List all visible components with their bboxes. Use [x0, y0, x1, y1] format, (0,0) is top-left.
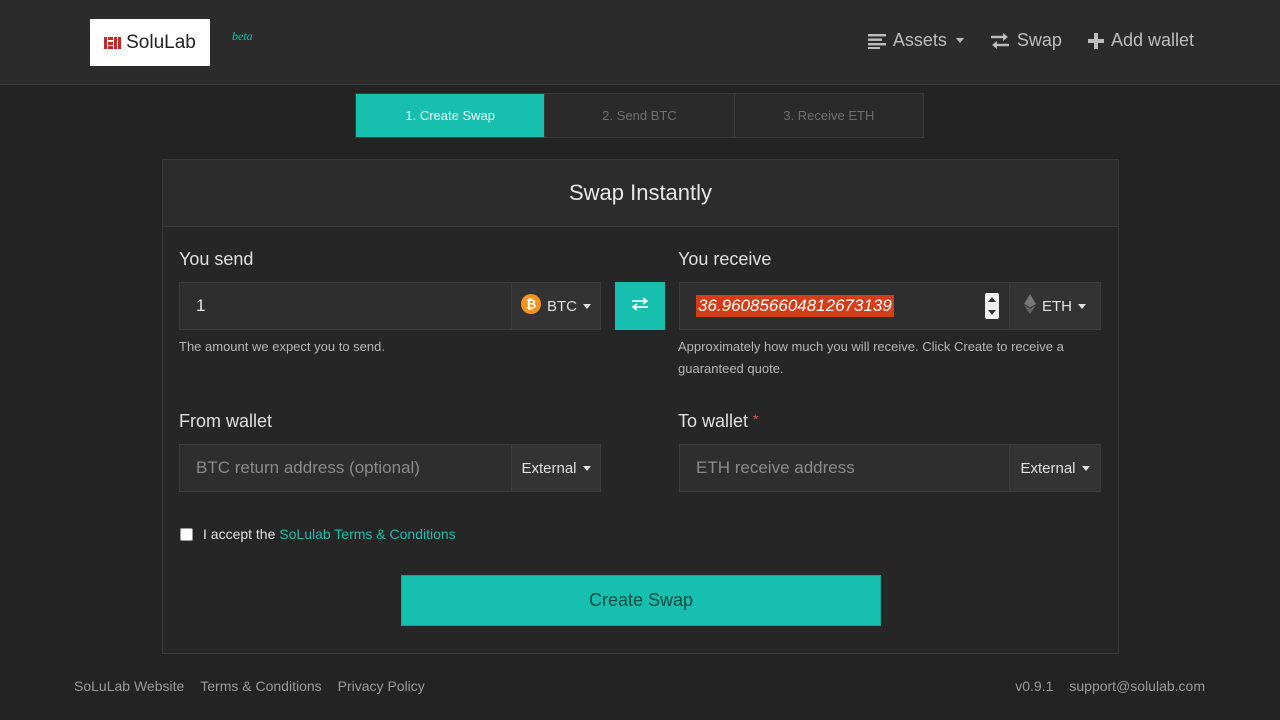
svg-text:₿: ₿	[526, 298, 537, 313]
receive-currency-label: ETH	[1042, 297, 1072, 315]
to-wallet-label: To wallet *	[678, 411, 759, 432]
send-help-text: The amount we expect you to send.	[179, 339, 385, 354]
eth-receive-address-input[interactable]: ETH receive address	[679, 444, 1009, 492]
swap-card: Swap Instantly You send 1 ₿ BTC The amou…	[162, 159, 1119, 654]
number-spinner[interactable]	[985, 293, 999, 319]
footer-privacy-link[interactable]: Privacy Policy	[338, 678, 425, 694]
send-input-group: 1 ₿ BTC	[179, 282, 601, 330]
create-swap-button[interactable]: Create Swap	[401, 575, 881, 626]
support-email-link[interactable]: support@solulab.com	[1069, 678, 1205, 694]
ethereum-icon	[1024, 294, 1036, 318]
you-send-label: You send	[179, 249, 254, 269]
from-wallet-type-select[interactable]: External	[511, 444, 601, 492]
nav-swap-label: Swap	[1016, 30, 1062, 50]
chevron-down-icon	[583, 303, 591, 309]
receive-help-text: Approximately how much you will receive.…	[678, 339, 1064, 376]
nav-assets[interactable]: Assets	[867, 30, 964, 51]
nav-add-wallet[interactable]: Add wallet	[1087, 30, 1194, 51]
terms-row: I accept the SoLulab Terms & Conditions	[180, 526, 456, 542]
nav-assets-label: Assets	[892, 30, 947, 50]
nav-add-wallet-label: Add wallet	[1110, 30, 1194, 50]
receive-input-group: 36.960856604812673139 ETH	[679, 282, 1101, 330]
swap-steps: 1. Create Swap 2. Send BTC 3. Receive ET…	[355, 93, 924, 138]
chevron-down-icon	[1081, 465, 1090, 471]
terms-prefix: I accept the	[203, 526, 276, 542]
you-receive-label: You receive	[678, 249, 772, 269]
logo-text: SoluLab	[126, 31, 196, 53]
swap-direction-button[interactable]	[615, 282, 665, 330]
from-wallet-label: From wallet	[179, 411, 273, 431]
list-icon	[867, 33, 886, 49]
swap-arrows-icon	[990, 32, 1010, 49]
footer-terms-link[interactable]: Terms & Conditions	[200, 678, 321, 694]
footer-website-link[interactable]: SoLuLab Website	[74, 678, 184, 694]
card-title: Swap Instantly	[163, 160, 1118, 227]
receive-amount-input[interactable]: 36.960856604812673139	[679, 282, 1009, 330]
nav-swap[interactable]: Swap	[990, 30, 1062, 51]
from-wallet-input-group: BTC return address (optional) External	[179, 444, 601, 492]
step-receive-eth[interactable]: 3. Receive ETH	[734, 94, 923, 137]
footer-info: v0.9.1 support@solulab.com	[1015, 678, 1205, 694]
version-text: v0.9.1	[1015, 678, 1054, 694]
receive-currency-select[interactable]: ETH	[1009, 282, 1101, 330]
from-wallet-type-label: External	[521, 459, 577, 477]
to-wallet-input-group: ETH receive address External	[679, 444, 1101, 492]
btc-return-address-input[interactable]: BTC return address (optional)	[179, 444, 511, 492]
plus-icon	[1087, 32, 1104, 49]
main-nav: Assets Swap Add wallet	[867, 30, 1194, 51]
chevron-down-icon	[1078, 303, 1086, 309]
terms-text: I accept the SoLulab Terms & Conditions	[203, 526, 456, 542]
step-send-btc[interactable]: 2. Send BTC	[545, 94, 735, 137]
send-currency-select[interactable]: ₿ BTC	[511, 282, 601, 330]
chevron-down-icon	[582, 465, 591, 471]
top-header: SoluLab beta Assets Swap Add wallet	[0, 0, 1280, 85]
receive-amount-value: 36.960856604812673139	[696, 295, 894, 317]
step-create-swap[interactable]: 1. Create Swap	[356, 94, 546, 137]
send-currency-label: BTC	[547, 297, 577, 315]
to-wallet-label-text: To wallet	[678, 411, 749, 431]
terms-link[interactable]: SoLulab Terms & Conditions	[279, 526, 455, 542]
solulab-logo-mark-icon	[104, 35, 122, 51]
footer-links: SoLuLab Website Terms & Conditions Priva…	[74, 678, 425, 694]
beta-badge: beta	[232, 29, 253, 43]
required-mark: *	[753, 411, 759, 427]
chevron-down-icon	[955, 38, 964, 43]
solulab-logo[interactable]: SoluLab	[90, 19, 210, 66]
to-wallet-type-select[interactable]: External	[1009, 444, 1101, 492]
bitcoin-icon: ₿	[521, 294, 541, 318]
to-wallet-type-label: External	[1020, 459, 1076, 477]
send-amount-input[interactable]: 1	[179, 282, 511, 330]
terms-checkbox[interactable]	[180, 527, 193, 541]
swap-arrows-icon	[630, 296, 650, 317]
